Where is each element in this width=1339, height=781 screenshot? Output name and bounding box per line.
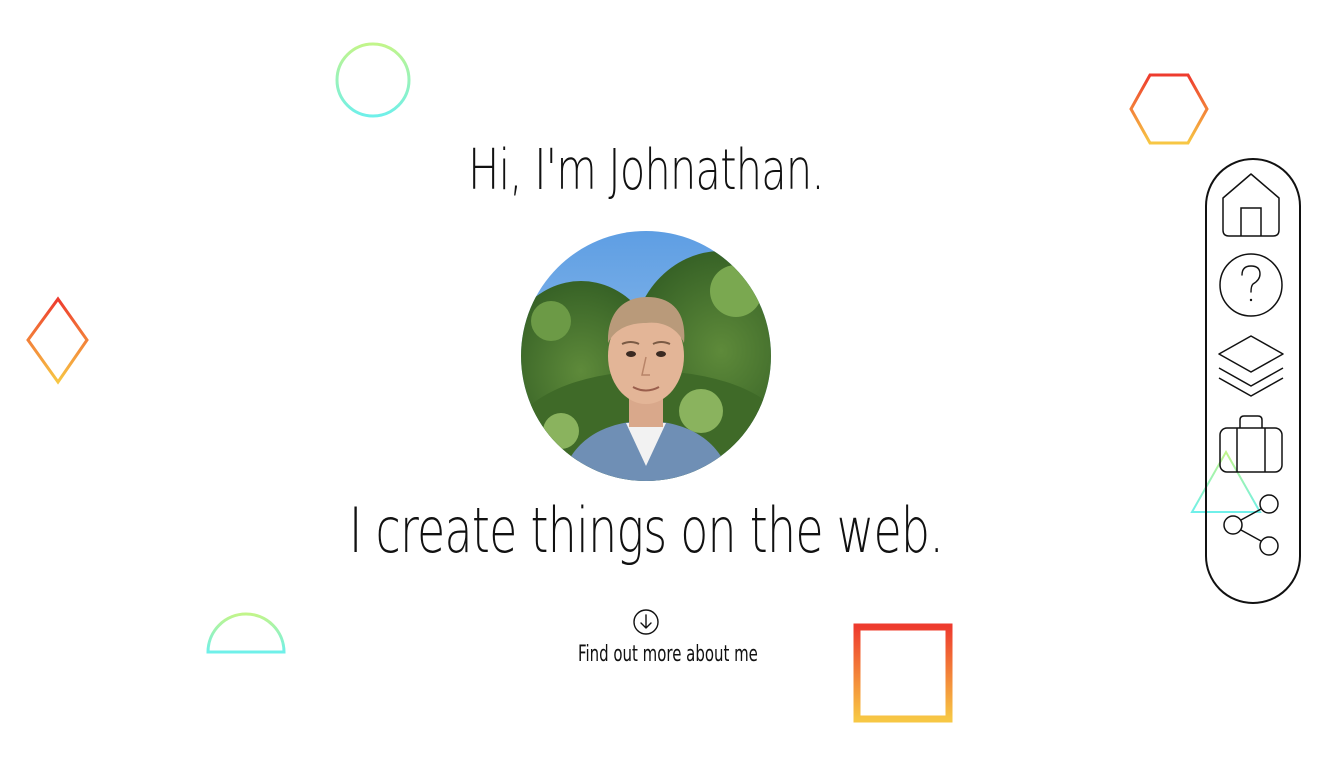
- decorative-circle-shape: [335, 42, 411, 118]
- find-out-more-link[interactable]: Find out more about me: [546, 608, 758, 667]
- cta-label: Find out more about me: [578, 642, 758, 667]
- share-icon[interactable]: [1219, 490, 1283, 560]
- decorative-semicircle-shape: [206, 612, 286, 654]
- layers-icon[interactable]: [1217, 332, 1285, 400]
- hero-title: Hi, I'm Johnathan.: [468, 138, 824, 203]
- question-icon[interactable]: [1217, 252, 1285, 318]
- page: Hi, I'm Johnathan. I create things on th…: [0, 0, 1339, 781]
- home-icon[interactable]: [1219, 170, 1283, 238]
- profile-photo: [521, 231, 771, 481]
- hero-tagline: I create things on the web.: [348, 494, 944, 567]
- decorative-square-shape: [853, 623, 953, 723]
- arrow-down-circle-icon[interactable]: [632, 608, 660, 636]
- decorative-hexagon-shape: [1129, 73, 1209, 145]
- avatar: [521, 231, 771, 481]
- briefcase-icon[interactable]: [1218, 414, 1284, 474]
- decorative-diamond-shape: [26, 296, 89, 385]
